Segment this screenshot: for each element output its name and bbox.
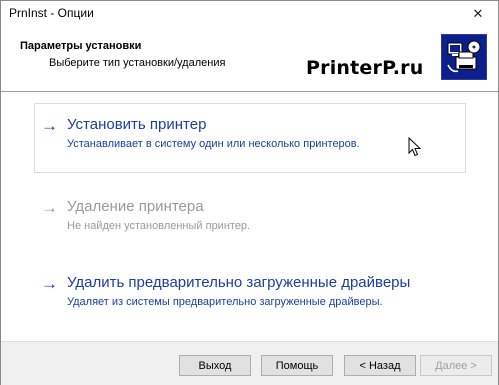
mouse-cursor-icon (408, 136, 422, 157)
arrow-right-icon: → (41, 116, 58, 135)
header-title: Параметры установки (20, 40, 142, 52)
next-button: Далее > (420, 355, 492, 376)
arrow-right-icon: → (41, 274, 58, 293)
option-description: Не найден установленный принтер. (67, 220, 251, 232)
option-title: Удалить предварительно загруженные драйв… (67, 274, 411, 291)
close-icon: ✕ (472, 6, 484, 21)
header-divider-highlight (1, 92, 498, 93)
help-button-label: Помощь (275, 359, 319, 372)
arrow-right-icon: → (41, 198, 58, 217)
printer-setup-icon (441, 34, 487, 80)
option-title: Удаление принтера (67, 198, 204, 215)
back-button-label: < Назад (359, 359, 401, 372)
option-remove-drivers[interactable]: → Удалить предварительно загруженные дра… (34, 261, 466, 321)
option-description: Устанавливает в систему один или несколь… (67, 138, 360, 150)
title-bar: PrnInst - Опции ✕ (1, 1, 498, 27)
option-remove-printer: → Удаление принтера Не найден установлен… (34, 185, 466, 245)
button-bar: Выход Помощь < Назад Далее > (1, 341, 498, 385)
close-button[interactable]: ✕ (458, 1, 498, 27)
next-button-label: Далее > (435, 359, 477, 372)
window-title: PrnInst - Опции (9, 6, 94, 20)
help-button[interactable]: Помощь (261, 355, 333, 376)
back-button[interactable]: < Назад (344, 355, 416, 376)
header-subtitle: Выберите тип установки/удаления (49, 57, 226, 69)
wizard-header: Параметры установки Выберите тип установ… (1, 27, 498, 91)
exit-button-label: Выход (198, 359, 232, 372)
option-description: Удаляет из системы предварительно загруж… (67, 296, 383, 308)
watermark-logo: PrinterP.ru (306, 57, 424, 79)
dialog-window: PrnInst - Опции ✕ Параметры установки Вы… (0, 0, 499, 385)
exit-button[interactable]: Выход (179, 355, 251, 376)
option-title: Установить принтер (67, 116, 207, 133)
option-install-printer[interactable]: → Установить принтер Устанавливает в сис… (34, 103, 466, 173)
